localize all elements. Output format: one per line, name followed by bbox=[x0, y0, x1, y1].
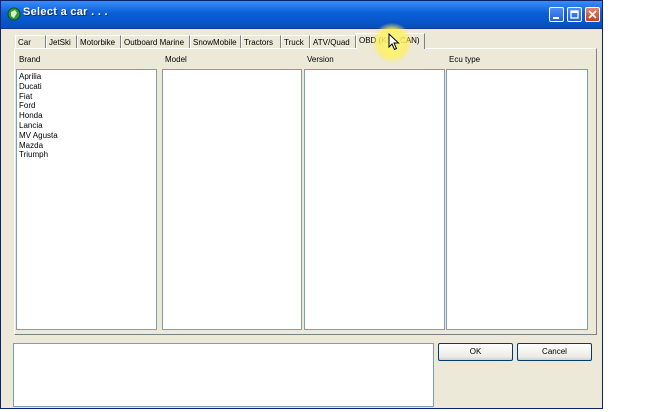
ecu-type-list[interactable] bbox=[446, 69, 588, 330]
list-item[interactable]: Lancia bbox=[17, 121, 156, 131]
list-item[interactable]: Honda bbox=[17, 111, 156, 121]
select-car-window: Select a car . . . Car JetSki Motorbike … bbox=[0, 0, 603, 409]
tab-atv-quad[interactable]: ATV/Quad bbox=[310, 35, 356, 48]
tab-truck[interactable]: Truck bbox=[281, 35, 310, 48]
list-item[interactable]: Aprilia bbox=[17, 72, 156, 82]
model-list[interactable] bbox=[162, 69, 302, 330]
minimize-button[interactable] bbox=[549, 7, 564, 22]
close-button[interactable] bbox=[585, 7, 600, 22]
maximize-icon bbox=[570, 10, 579, 19]
tab-car[interactable]: Car bbox=[15, 35, 46, 48]
brand-list[interactable]: Aprilia Ducati Fiat Ford Honda Lancia MV… bbox=[16, 69, 157, 330]
list-item[interactable]: Ducati bbox=[17, 82, 156, 92]
brand-column-header: Brand bbox=[19, 55, 41, 64]
maximize-button[interactable] bbox=[567, 7, 582, 22]
window-title: Select a car . . . bbox=[23, 6, 108, 18]
ecu-type-column-header: Ecu type bbox=[449, 55, 481, 64]
tab-outboard-marine[interactable]: Outboard Marine bbox=[121, 35, 190, 48]
ok-button[interactable]: OK bbox=[438, 343, 513, 361]
cancel-button[interactable]: Cancel bbox=[517, 343, 592, 361]
list-item[interactable]: MV Agusta bbox=[17, 131, 156, 141]
info-memo[interactable] bbox=[13, 343, 434, 407]
list-item[interactable]: Triumph bbox=[17, 150, 156, 160]
tab-motorbike[interactable]: Motorbike bbox=[77, 35, 121, 48]
mouse-pointer-icon bbox=[388, 33, 400, 51]
app-icon bbox=[7, 7, 21, 21]
list-item[interactable]: Fiat bbox=[17, 92, 156, 102]
model-column-header: Model bbox=[165, 55, 187, 64]
tab-snowmobile[interactable]: SnowMobile bbox=[190, 35, 241, 48]
title-bar[interactable]: Select a car . . . bbox=[1, 1, 602, 29]
list-item[interactable]: Mazda bbox=[17, 141, 156, 151]
tab-jetski[interactable]: JetSki bbox=[46, 35, 77, 48]
version-column-header: Version bbox=[307, 55, 334, 64]
version-list[interactable] bbox=[304, 69, 445, 330]
tab-tractors[interactable]: Tractors bbox=[241, 35, 281, 48]
minimize-icon bbox=[553, 17, 559, 19]
close-icon bbox=[588, 10, 597, 19]
list-item[interactable]: Ford bbox=[17, 101, 156, 111]
